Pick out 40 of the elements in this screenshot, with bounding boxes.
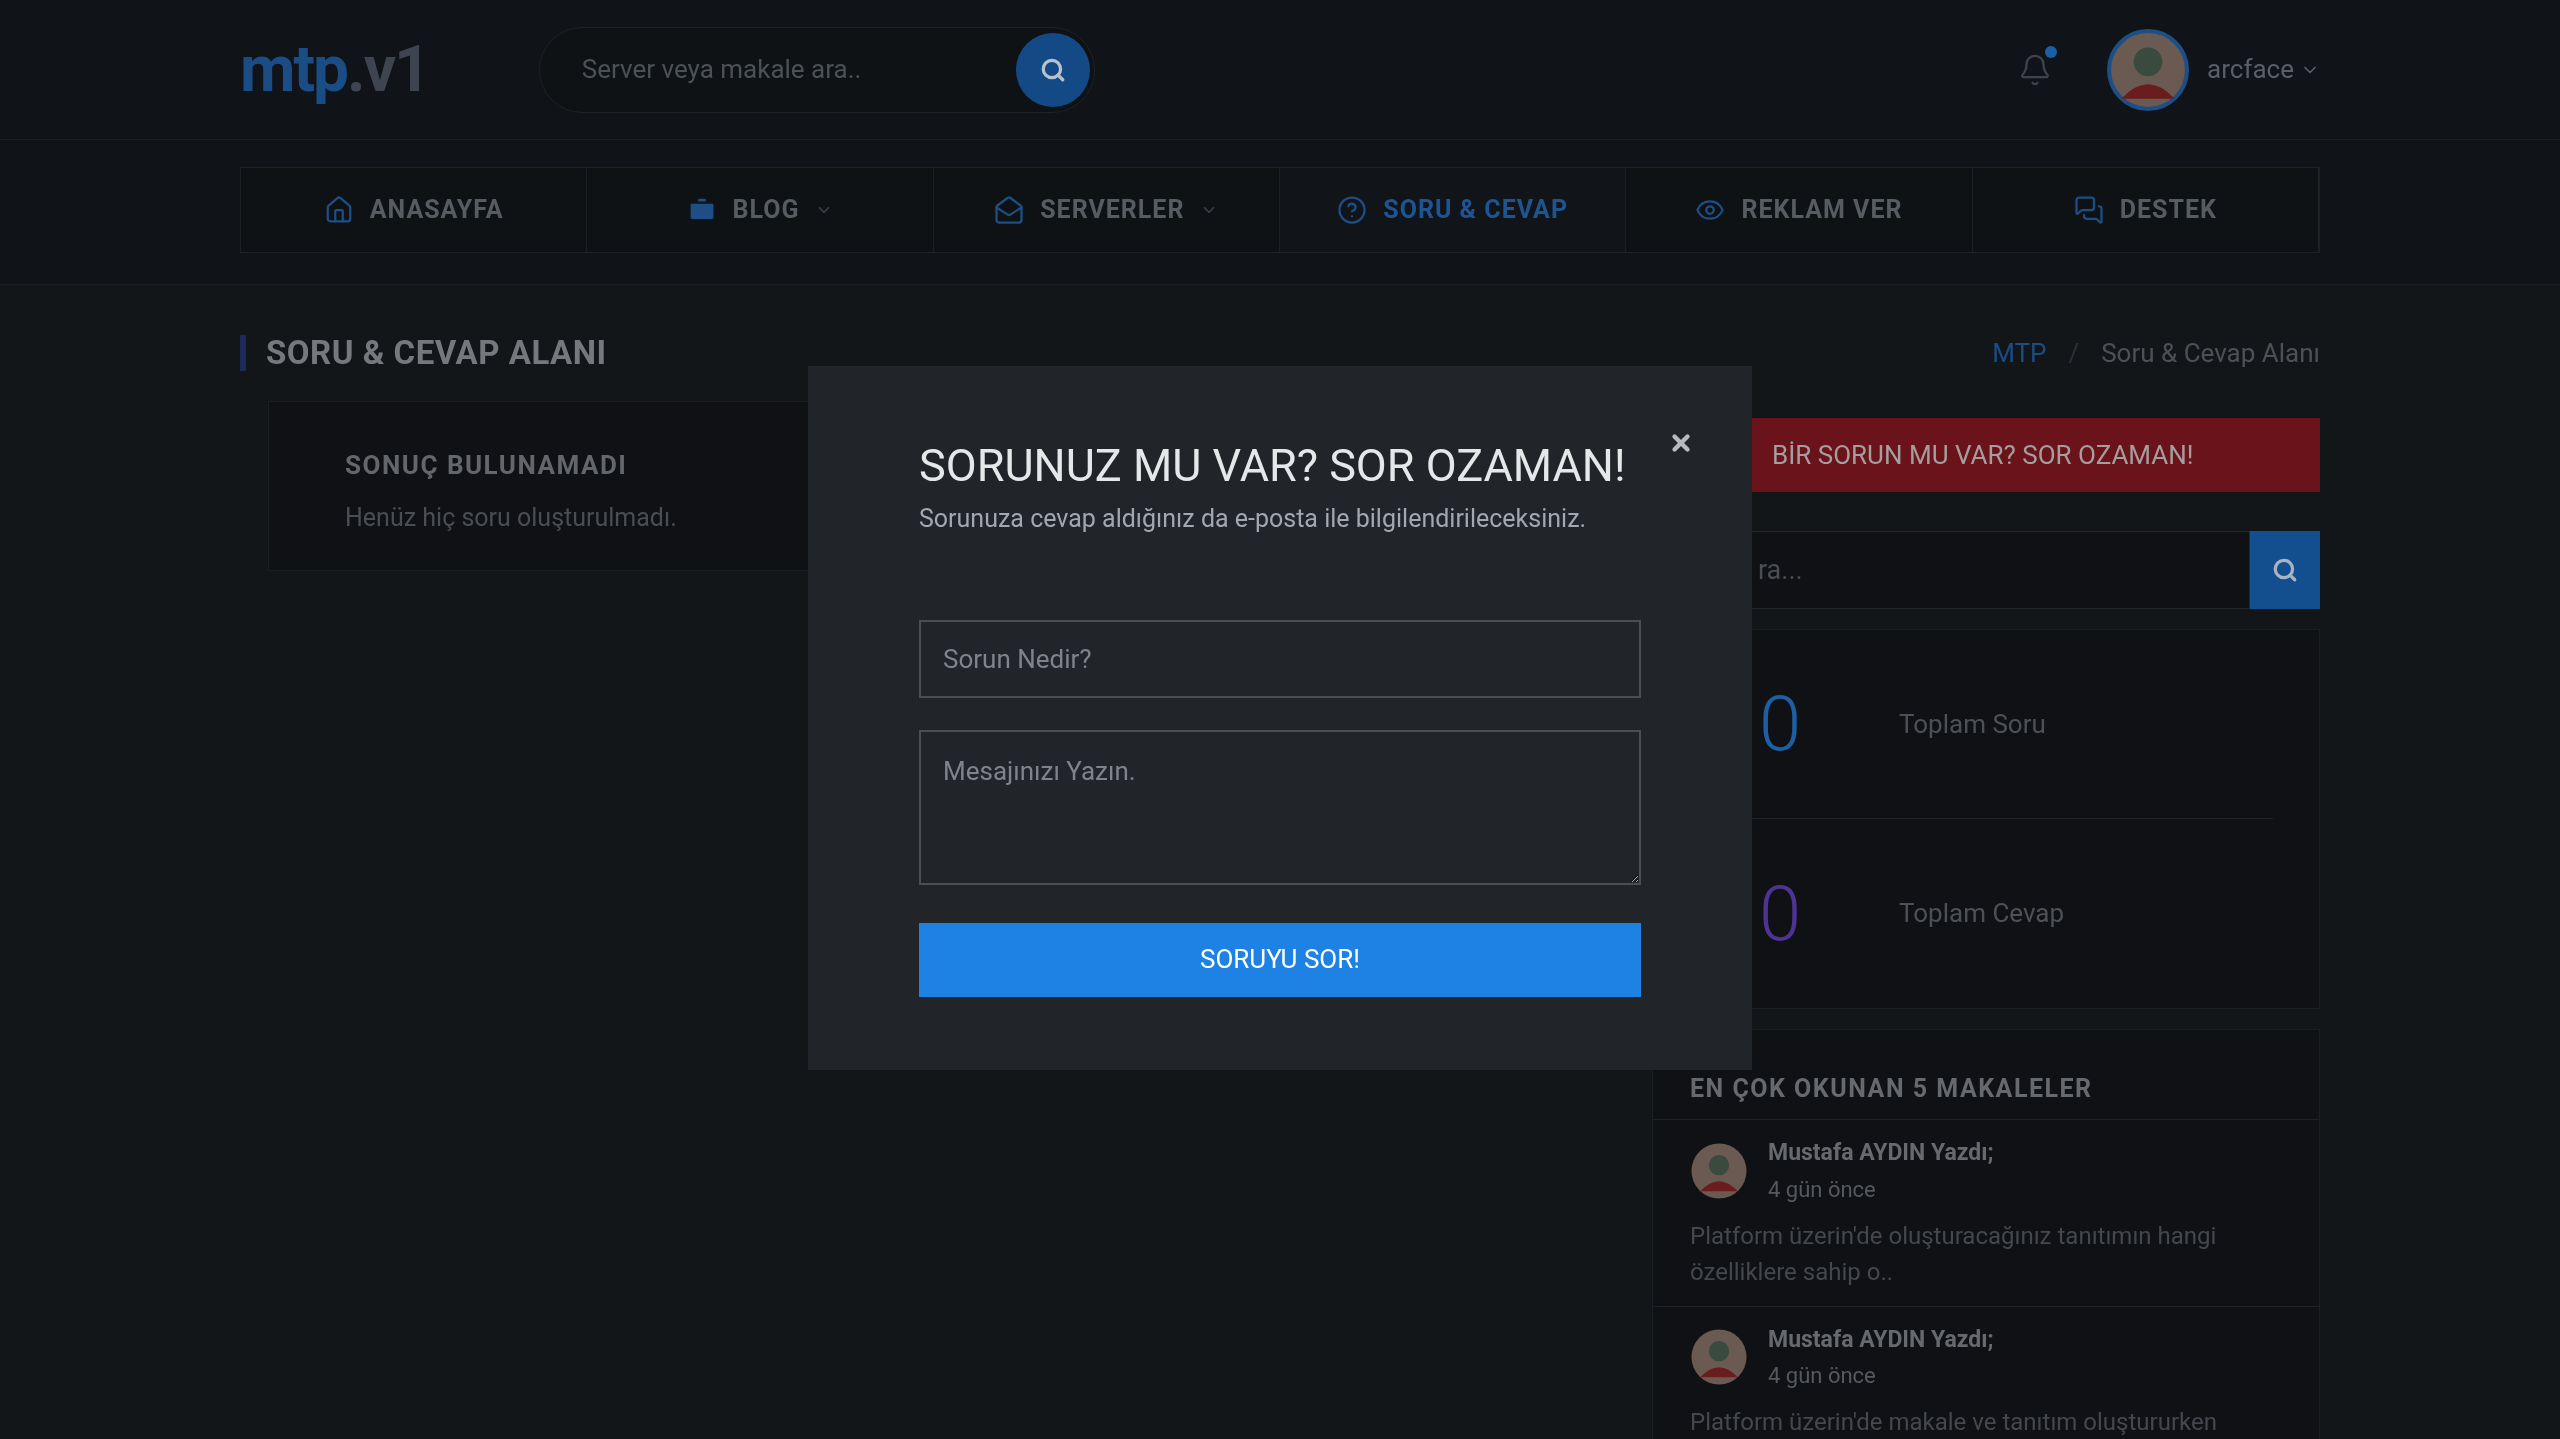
avatar-icon (2107, 28, 2190, 111)
article-excerpt[interactable]: Platform üzerin'de oluşturacağınız tanıtımın hangi özelliklere sahip o.. (1690, 1217, 2282, 1290)
search-button[interactable] (1015, 32, 1090, 107)
breadcrumb-separator: / (2068, 336, 2080, 370)
article-excerpt[interactable]: Platform üzerin'de makale ve tanıtım oluştururken (1690, 1404, 2282, 1439)
sidebar-search-input[interactable]: ra... (1758, 549, 2249, 591)
envelope-icon (994, 195, 1025, 225)
logo-text[interactable]: mtp (240, 37, 348, 102)
message-field[interactable]: Mesajınızı Yazın. (919, 729, 1641, 885)
article-author: Mustafa AYDIN Yazdı; (1768, 1138, 1994, 1168)
title-accent (240, 335, 246, 371)
stat-value: 0 (1758, 875, 1803, 952)
article-time: 4 gün önce (1768, 1362, 1877, 1390)
breadcrumb-link[interactable]: MTP (1992, 333, 2047, 373)
sidebar-search-button[interactable] (2250, 531, 2320, 609)
search-field[interactable]: Server veya makale ara.. (538, 26, 1095, 113)
help-icon (1337, 195, 1368, 225)
stat-value: 0 (1758, 686, 1803, 762)
stat-label: Toplam Cevap (1899, 897, 2065, 930)
avatar-icon (1690, 1141, 1748, 1200)
search-icon (2272, 557, 2298, 583)
search-input[interactable]: Server veya makale ara.. (581, 50, 1016, 89)
stat-label: Toplam Soru (1899, 707, 2046, 741)
empty-state-text: Henüz hiç soru oluşturulmadı. (345, 502, 677, 534)
empty-state-title: SONUÇ BULUNAMADI (345, 449, 628, 482)
user-menu[interactable]: arcface (2207, 50, 2320, 89)
most-read-title: EN ÇOK OKUNAN 5 MAKALELER (1690, 1072, 2093, 1105)
avatar-icon (1690, 1328, 1748, 1387)
logo-suffix[interactable]: .v1 (347, 37, 429, 102)
submit-button[interactable]: SORUYU SOR! (919, 922, 1641, 997)
article-author: Mustafa AYDIN Yazdı; (1768, 1324, 1994, 1355)
chat-icon (2073, 195, 2104, 225)
user-avatar[interactable] (2107, 28, 2190, 111)
article-time: 4 gün önce (1768, 1175, 1877, 1204)
page-title: SORU & CEVAP ALANI (266, 332, 607, 375)
breadcrumb-current: Soru & Cevap Alanı (2101, 336, 2320, 370)
search-icon (1039, 56, 1066, 83)
question-title-field[interactable]: Sorun Nedir? (919, 619, 1641, 698)
modal-title: SORUNUZ MU VAR? SOR OZAMAN! (919, 438, 1627, 494)
modal-subtitle: Sorunuza cevap aldığınız da e-posta ile bilgilendirileceksiniz. (919, 503, 1588, 535)
